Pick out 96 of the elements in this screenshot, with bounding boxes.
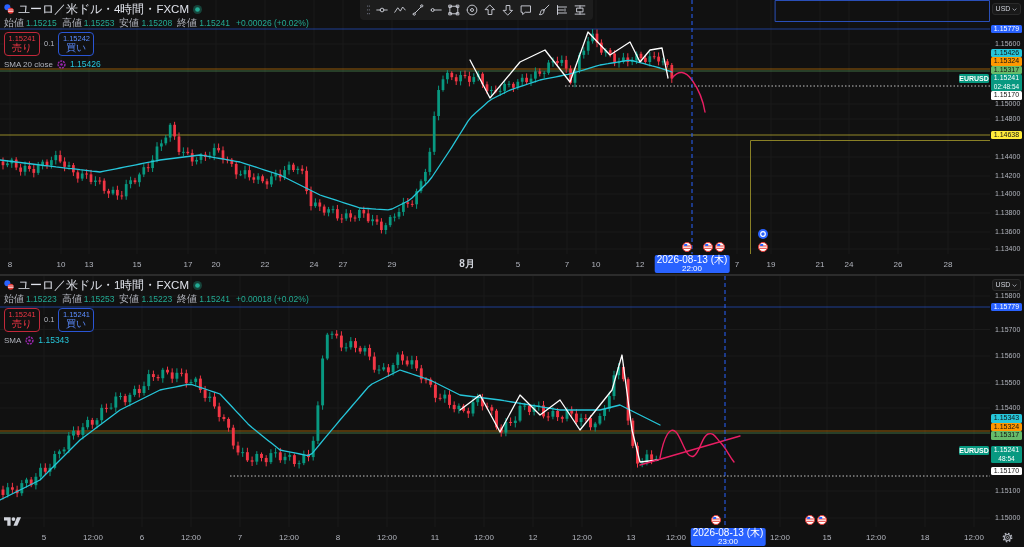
time-label: 29 (387, 260, 397, 269)
flag-icon[interactable] (711, 515, 721, 525)
forecast-curve (671, 71, 706, 113)
symbol-title[interactable]: ユーロ／米ドル・1時間・FXCM (18, 278, 189, 292)
caret-icon (1012, 6, 1018, 12)
ohlc-label: 終値 (177, 293, 198, 305)
arrow-up-icon[interactable] (484, 4, 496, 16)
time-label: 8 (335, 533, 341, 542)
time-label: 12:00 (474, 533, 494, 542)
ohlc-value: 1.15253 (83, 293, 115, 305)
crosshair-date: 2026-08-13 (木) (692, 528, 764, 538)
crosshair-time: 22:00 (682, 265, 702, 273)
boxed-lines-icon[interactable] (574, 4, 586, 16)
time-label: 10 (591, 260, 601, 269)
ohlc-value: 1.15241 (199, 17, 230, 29)
flags-icon (4, 4, 14, 14)
ohlc-label: 終値 (177, 17, 198, 29)
time-label: 13 (84, 260, 94, 269)
time-label: 18 (920, 533, 930, 542)
time-label: 12:00 (770, 533, 790, 542)
time-label: 12:00 (181, 533, 201, 542)
time-label: 15 (822, 533, 832, 542)
time-label: 13 (626, 533, 636, 542)
arrow-down-icon[interactable] (502, 4, 514, 16)
ohlc-value: 1.15253 (83, 17, 115, 29)
ohlc-value: 1.15223 (141, 293, 173, 305)
time-label: 24 (844, 260, 854, 269)
polyline-icon[interactable] (394, 4, 406, 16)
indicator-value: 1.15426 (69, 59, 101, 70)
time-label: 11 (430, 533, 440, 542)
caret-icon (1012, 282, 1018, 288)
brush-icon[interactable] (538, 4, 550, 16)
time-label: 17 (183, 260, 193, 269)
ohlc-label: 始値 (4, 17, 24, 29)
ohlc-label: 安値 (119, 293, 140, 305)
stacked-lines-icon[interactable] (556, 4, 568, 16)
time-label: 12:00 (666, 533, 686, 542)
crosshair-date: 2026-08-13 (木) (656, 255, 728, 265)
ohlc-value: 1.15215 (26, 17, 57, 29)
rectangle-icon[interactable] (448, 4, 460, 16)
ohlc-value: 1.15208 (141, 17, 173, 29)
ohlc-value: 1.15241 (199, 293, 230, 305)
time-label: 8 (7, 260, 13, 269)
time-label: 5 (515, 260, 521, 269)
time-label: 12 (635, 260, 645, 269)
ohlc-label: 安値 (119, 17, 140, 29)
time-label: 24 (309, 260, 319, 269)
ohlc-label: 高値 (61, 293, 82, 305)
symbol-title[interactable]: ユーロ／米ドル・4時間・FXCM (18, 2, 189, 16)
time-label: 28 (943, 260, 953, 269)
indicator-name[interactable]: SMA 20 close (4, 59, 53, 70)
time-label: 15 (132, 260, 142, 269)
time-label: 20 (211, 260, 221, 269)
logo-icon (4, 515, 21, 526)
time-label: 26 (893, 260, 903, 269)
status-dot-icon (193, 4, 202, 14)
ring-icon[interactable] (758, 229, 768, 239)
time-label: 10 (56, 260, 66, 269)
time-label: 5 (41, 533, 47, 542)
time-label: 6 (139, 533, 145, 542)
flag-icon[interactable] (682, 242, 692, 252)
time-label: 19 (766, 260, 776, 269)
time-label: 12:00 (377, 533, 397, 542)
ohlc-value: 1.15223 (26, 293, 57, 305)
flag-icon[interactable] (817, 515, 827, 525)
price-change: +0.00018 (+0.02%) (235, 293, 309, 305)
time-label: 7 (734, 260, 740, 269)
ohlc-label: 始値 (4, 293, 24, 305)
speech-bubble-icon[interactable] (520, 4, 532, 16)
time-label: 22 (260, 260, 270, 269)
time-label: 8月 (459, 258, 475, 270)
time-label: 12:00 (572, 533, 592, 542)
status-dot-icon (193, 280, 202, 290)
flag-icon[interactable] (703, 242, 713, 252)
time-label: 7 (564, 260, 570, 269)
ohlc-label: 高値 (61, 17, 82, 29)
time-label: 12:00 (279, 533, 299, 542)
time-label: 12:00 (83, 533, 103, 542)
settings-icon[interactable] (1001, 531, 1013, 543)
trend-line-icon[interactable] (412, 4, 424, 16)
flag-icon[interactable] (805, 515, 815, 525)
price-change: +0.00026 (+0.02%) (235, 17, 309, 29)
flags-icon (4, 280, 14, 290)
time-label: 12:00 (964, 533, 984, 542)
indicator-name[interactable]: SMA (4, 335, 22, 346)
drag-handle-icon[interactable] (367, 5, 370, 15)
crosshair-time: 23:00 (718, 538, 738, 546)
time-label: 21 (815, 260, 825, 269)
time-label: 7 (237, 533, 243, 542)
flag-icon[interactable] (758, 242, 768, 252)
circle-icon[interactable] (466, 4, 478, 16)
time-label: 12 (528, 533, 538, 542)
indicator-value: 1.15343 (38, 335, 70, 346)
time-label: 27 (338, 260, 348, 269)
time-label: 12:00 (866, 533, 886, 542)
flag-icon[interactable] (715, 242, 725, 252)
